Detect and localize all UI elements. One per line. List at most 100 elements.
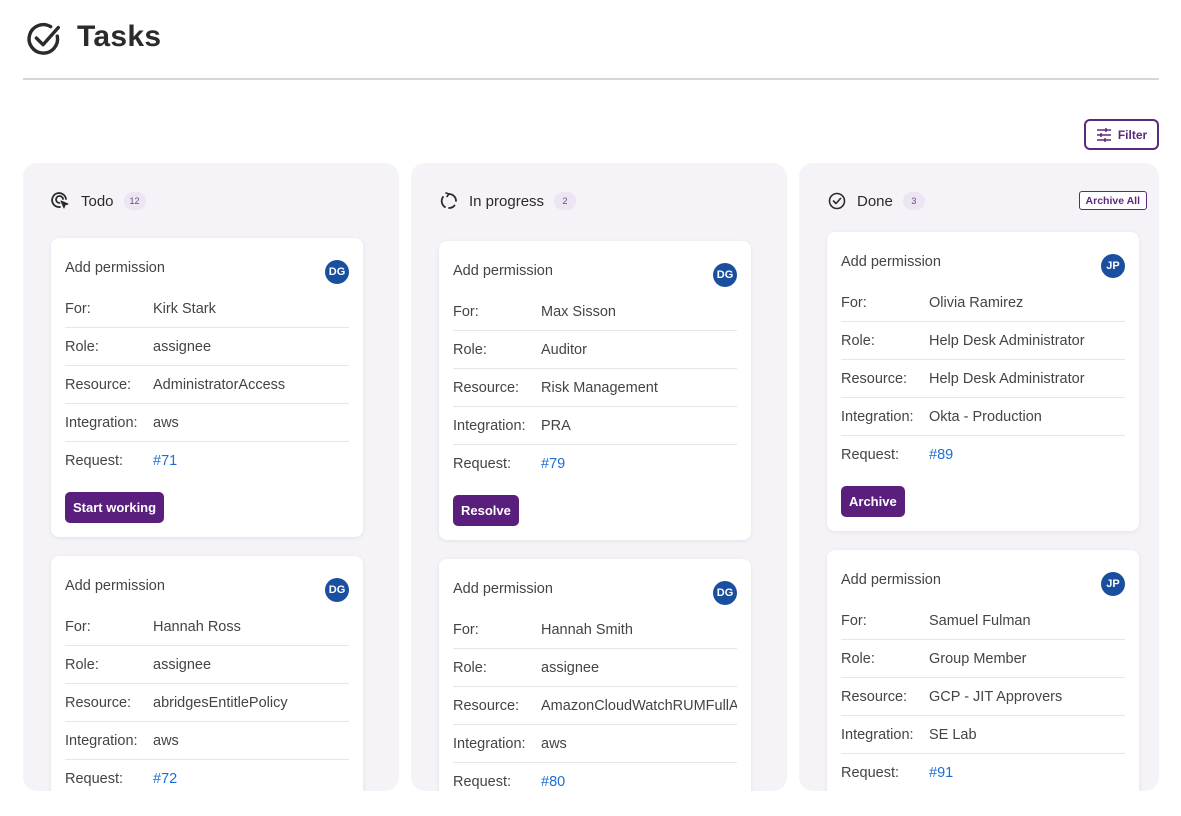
resource-row: Resource: Help Desk Administrator xyxy=(841,360,1125,398)
for-row: For: Hannah Smith xyxy=(453,611,737,649)
role-row: Role: Help Desk Administrator xyxy=(841,322,1125,360)
request-link[interactable]: #71 xyxy=(153,453,177,469)
request-row: Request: #71 xyxy=(65,442,349,480)
column-header: Done 3 xyxy=(827,191,925,211)
resource-label: Resource: xyxy=(453,379,520,396)
resource-label: Resource: xyxy=(65,694,132,711)
card-title: Add permission xyxy=(65,260,165,276)
check-circle-icon xyxy=(27,22,60,55)
resource-value: AdministratorAccess xyxy=(153,376,286,393)
integration-label: Integration: xyxy=(841,408,914,425)
request-link[interactable]: #79 xyxy=(541,456,565,472)
column-header: Todo 12 xyxy=(51,191,146,211)
for-value: Kirk Stark xyxy=(153,300,216,317)
resource-label: Resource: xyxy=(65,376,132,393)
request-row: Request: #80 xyxy=(453,763,737,791)
resource-row: Resource: AmazonCloudWatchRUMFullAccess xyxy=(453,687,737,725)
integration-value: Okta - Production xyxy=(929,408,1042,425)
count-badge: 2 xyxy=(554,192,577,210)
count-badge: 3 xyxy=(902,192,925,210)
avatar: DG xyxy=(325,260,349,284)
integration-value: aws xyxy=(153,414,179,431)
archive-button[interactable]: Archive xyxy=(841,486,905,517)
column-title: Done xyxy=(857,192,893,210)
resource-row: Resource: GCP - JIT Approvers xyxy=(841,678,1125,716)
integration-row: Integration: aws xyxy=(453,725,737,763)
role-value: Help Desk Administrator xyxy=(929,332,1085,349)
role-value: assignee xyxy=(153,656,212,673)
resource-row: Resource: Risk Management xyxy=(453,369,737,407)
for-row: For: Hannah Ross xyxy=(65,608,349,646)
task-card[interactable]: Add permission DG For: Max Sisson Role: Au… xyxy=(439,241,751,540)
for-label: For: xyxy=(65,618,91,635)
integration-value: aws xyxy=(541,735,567,752)
column-in-progress: In progress 2 Add permission DG For: Max … xyxy=(411,163,787,791)
integration-label: Integration: xyxy=(65,414,138,431)
request-link[interactable]: #91 xyxy=(929,765,953,781)
task-card[interactable]: Add permission JP For: Olivia Ramirez Rol… xyxy=(827,232,1139,531)
task-card[interactable]: Add permission JP For: Samuel Fulman Role… xyxy=(827,550,1139,791)
column-header: In progress 2 xyxy=(439,191,577,211)
integration-row: Integration: SE Lab xyxy=(841,716,1125,754)
filter-button[interactable]: Filter xyxy=(1084,119,1159,150)
for-row: For: Samuel Fulman xyxy=(841,602,1125,640)
role-value: assignee xyxy=(541,659,600,676)
request-row: Request: #91 xyxy=(841,754,1125,791)
task-card[interactable]: Add permission DG For: Hannah Smith Role:… xyxy=(439,559,751,791)
request-link[interactable]: #89 xyxy=(929,447,953,463)
integration-value: aws xyxy=(153,732,179,749)
column-done: Done 3 Archive All Add permission JP For… xyxy=(799,163,1159,791)
role-label: Role: xyxy=(841,332,875,349)
resource-label: Resource: xyxy=(841,688,908,705)
progress-spinner-icon xyxy=(439,191,459,211)
request-label: Request: xyxy=(65,453,124,469)
request-link[interactable]: #80 xyxy=(541,774,565,790)
for-label: For: xyxy=(841,294,867,311)
role-row: Role: assignee xyxy=(65,646,349,684)
column-title: In progress xyxy=(469,192,545,210)
integration-row: Integration: Okta - Production xyxy=(841,398,1125,436)
filter-label: Filter xyxy=(1117,127,1148,142)
column-title: Todo xyxy=(81,192,114,210)
request-link[interactable]: #72 xyxy=(153,771,177,787)
sliders-icon xyxy=(1096,127,1111,142)
resource-value: AmazonCloudWatchRUMFullAccess xyxy=(541,697,737,714)
avatar: DG xyxy=(325,578,349,602)
for-label: For: xyxy=(453,621,479,638)
archive-all-button[interactable]: Archive All xyxy=(1078,191,1147,210)
avatar: JP xyxy=(1101,572,1125,596)
role-value: assignee xyxy=(153,338,212,355)
for-label: For: xyxy=(453,303,479,320)
for-value: Samuel Fulman xyxy=(929,612,1031,629)
for-row: For: Max Sisson xyxy=(453,293,737,331)
for-value: Max Sisson xyxy=(541,303,616,320)
task-card[interactable]: Add permission DG For: Kirk Stark Role: as… xyxy=(51,238,363,537)
request-label: Request: xyxy=(453,456,512,472)
card-title: Add permission xyxy=(453,581,553,597)
check-circle-icon xyxy=(827,191,847,211)
integration-row: Integration: PRA xyxy=(453,407,737,445)
start-working-button[interactable]: Start working xyxy=(65,492,165,523)
resource-value: abridgesEntitlePolicy xyxy=(153,694,288,711)
todo-cursor-icon xyxy=(51,191,71,211)
role-value: Group Member xyxy=(929,650,1027,667)
role-label: Role: xyxy=(65,338,99,355)
integration-label: Integration: xyxy=(453,735,526,752)
role-value: Auditor xyxy=(541,341,587,358)
for-value: Hannah Ross xyxy=(153,618,241,635)
for-label: For: xyxy=(65,300,91,317)
for-value: Hannah Smith xyxy=(541,621,633,638)
integration-row: Integration: aws xyxy=(65,404,349,442)
integration-value: PRA xyxy=(541,417,571,434)
resolve-button[interactable]: Resolve xyxy=(453,495,519,526)
role-row: Role: assignee xyxy=(453,649,737,687)
avatar: JP xyxy=(1101,254,1125,278)
task-card[interactable]: Add permission DG For: Hannah Ross Role: a… xyxy=(51,556,363,791)
resource-value: Risk Management xyxy=(541,379,658,396)
count-badge: 12 xyxy=(123,192,146,210)
integration-value: SE Lab xyxy=(929,726,977,743)
role-label: Role: xyxy=(65,656,99,673)
for-row: For: Kirk Stark xyxy=(65,290,349,328)
card-title: Add permission xyxy=(841,254,941,270)
for-value: Olivia Ramirez xyxy=(929,294,1024,311)
